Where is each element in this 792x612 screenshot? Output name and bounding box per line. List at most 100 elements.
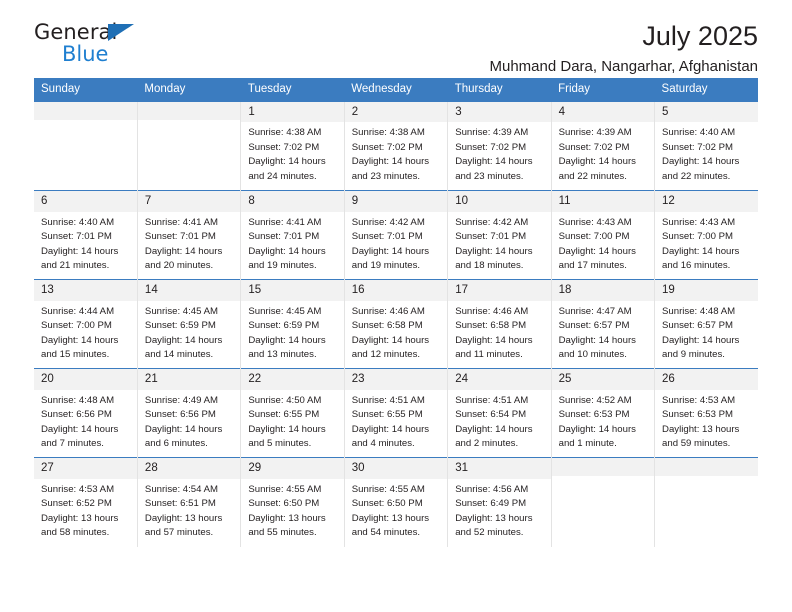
day-number: 9 [344,191,448,212]
day-number: 14 [137,280,241,301]
sunrise-text: Sunrise: 4:44 AM [41,305,115,317]
calendar-day-cell[interactable]: 10 Sunrise: 4:42 AM Sunset: 7:01 PM Dayligh… [447,190,552,280]
daylight-text: Daylight: 14 hours and 9 minutes. [662,334,740,361]
calendar-day-cell[interactable]: 30 Sunrise: 4:55 AM Sunset: 6:50 PM Dayligh… [343,457,448,547]
generalblue-logo: General Blue [34,22,164,74]
calendar-day-cell[interactable]: 23 Sunrise: 4:51 AM Sunset: 6:55 PM Dayligh… [343,368,448,458]
calendar-day-cell[interactable]: 26 Sunrise: 4:53 AM Sunset: 6:53 PM Dayligh… [654,368,758,458]
sunset-text: Sunset: 7:01 PM [351,231,423,243]
sunrise-text: Sunrise: 4:51 AM [455,394,529,406]
calendar-day-cell[interactable]: 8 Sunrise: 4:41 AM Sunset: 7:01 PM Daylight… [240,190,345,280]
sunrise-text: Sunrise: 4:41 AM [144,216,218,228]
sunrise-text: Sunrise: 4:52 AM [558,394,632,406]
calendar-day-cell[interactable]: 13 Sunrise: 4:44 AM Sunset: 7:00 PM Dayligh… [34,279,138,369]
sunrise-text: Sunrise: 4:46 AM [351,305,425,317]
sunset-text: Sunset: 7:02 PM [248,141,320,153]
sunset-text: Sunset: 6:58 PM [351,320,423,332]
day-details: Sunrise: 4:51 AM Sunset: 6:55 PM Daylight:… [345,390,447,452]
day-number: 2 [344,101,448,123]
sunset-text: Sunset: 6:53 PM [662,409,733,421]
sunset-text: Sunset: 6:59 PM [144,320,216,332]
calendar-day-cell[interactable]: 17 Sunrise: 4:46 AM Sunset: 6:58 PM Dayligh… [447,279,552,369]
calendar-day-cell[interactable]: 12 Sunrise: 4:43 AM Sunset: 7:00 PM Dayligh… [654,190,758,280]
day-details: Sunrise: 4:41 AM Sunset: 7:01 PM Daylight:… [241,212,343,274]
sunset-text: Sunset: 6:55 PM [248,409,320,421]
day-details: Sunrise: 4:51 AM Sunset: 6:54 PM Daylight:… [448,390,550,452]
sunset-text: Sunset: 7:00 PM [41,320,112,332]
calendar-day-cell[interactable]: 6 Sunrise: 4:40 AM Sunset: 7:01 PM Daylight… [34,190,138,280]
calendar-day-cell[interactable]: 28 Sunrise: 4:54 AM Sunset: 6:51 PM Dayligh… [136,457,241,547]
sunrise-text: Sunrise: 4:53 AM [662,394,736,406]
day-details: Sunrise: 4:44 AM Sunset: 7:00 PM Daylight:… [34,301,137,363]
daylight-text: Daylight: 14 hours and 14 minutes. [144,334,223,361]
calendar-day-cell[interactable]: 7 Sunrise: 4:41 AM Sunset: 7:01 PM Daylight… [136,190,241,280]
day-number: 4 [551,101,655,123]
sunrise-text: Sunrise: 4:47 AM [558,305,632,317]
day-number: 31 [448,458,551,479]
calendar-day-cell[interactable]: 27 Sunrise: 4:53 AM Sunset: 6:52 PM Dayligh… [34,457,138,547]
day-number: 15 [241,280,344,301]
calendar-day-cell[interactable]: 2 Sunrise: 4:38 AM Sunset: 7:02 PM Daylight… [343,101,448,191]
calendar-day-cell[interactable]: 1 Sunrise: 4:38 AM Sunset: 7:02 PM Daylight… [240,101,345,191]
calendar-day-cell[interactable]: 9 Sunrise: 4:42 AM Sunset: 7:01 PM Daylight… [343,190,448,280]
calendar-week-row: 1 Sunrise: 4:38 AM Sunset: 7:02 PM Daylight… [34,101,758,191]
daylight-text: Daylight: 14 hours and 21 minutes. [41,245,119,272]
sunrise-text: Sunrise: 4:39 AM [455,127,529,139]
day-number: 3 [448,101,551,123]
calendar-day-cell[interactable]: 14 Sunrise: 4:45 AM Sunset: 6:59 PM Dayligh… [136,279,241,369]
sunset-text: Sunset: 6:53 PM [558,409,630,421]
sunrise-text: Sunrise: 4:40 AM [41,216,115,228]
daylight-text: Daylight: 14 hours and 18 minutes. [455,245,533,272]
calendar-day-cell[interactable]: 31 Sunrise: 4:56 AM Sunset: 6:49 PM Dayligh… [447,457,552,547]
day-details: Sunrise: 4:42 AM Sunset: 7:01 PM Daylight:… [448,212,550,274]
weekday-header-monday: Monday [137,78,241,102]
calendar-day-cell[interactable]: 15 Sunrise: 4:45 AM Sunset: 6:59 PM Dayligh… [240,279,345,369]
day-number: 26 [655,369,758,390]
day-details: Sunrise: 4:47 AM Sunset: 6:57 PM Daylight:… [552,301,654,363]
logo-text-general: General [34,20,118,44]
daylight-text: Daylight: 14 hours and 13 minutes. [248,334,326,361]
sunrise-text: Sunrise: 4:41 AM [248,216,322,228]
calendar-day-cell[interactable]: 22 Sunrise: 4:50 AM Sunset: 6:55 PM Dayligh… [240,368,345,458]
sunrise-text: Sunrise: 4:46 AM [455,305,529,317]
sunrise-text: Sunrise: 4:39 AM [558,127,632,139]
daylight-text: Daylight: 13 hours and 58 minutes. [41,512,119,539]
calendar-day-cell[interactable]: 19 Sunrise: 4:48 AM Sunset: 6:57 PM Dayligh… [654,279,758,369]
calendar-day-cell[interactable]: 25 Sunrise: 4:52 AM Sunset: 6:53 PM Dayligh… [550,368,655,458]
day-details: Sunrise: 4:42 AM Sunset: 7:01 PM Daylight:… [345,212,447,274]
sunset-text: Sunset: 6:52 PM [41,498,112,510]
day-number: 27 [34,458,137,479]
day-details: Sunrise: 4:49 AM Sunset: 6:56 PM Daylight:… [138,390,240,452]
calendar-day-cell[interactable]: 5 Sunrise: 4:40 AM Sunset: 7:02 PM Daylight… [654,101,758,191]
daylight-text: Daylight: 14 hours and 15 minutes. [41,334,119,361]
calendar-day-cell[interactable]: 20 Sunrise: 4:48 AM Sunset: 6:56 PM Dayligh… [34,368,138,458]
daylight-text: Daylight: 14 hours and 20 minutes. [144,245,223,272]
calendar-day-cell[interactable]: 21 Sunrise: 4:49 AM Sunset: 6:56 PM Dayligh… [136,368,241,458]
day-number: 13 [34,280,137,301]
calendar-day-cell[interactable]: 4 Sunrise: 4:39 AM Sunset: 7:02 PM Daylight… [550,101,655,191]
calendar-week-row: 20 Sunrise: 4:48 AM Sunset: 6:56 PM Dayligh… [34,368,758,458]
calendar-day-cell[interactable]: 24 Sunrise: 4:51 AM Sunset: 6:54 PM Dayligh… [447,368,552,458]
sunset-text: Sunset: 7:01 PM [455,231,527,243]
calendar-day-cell[interactable]: 16 Sunrise: 4:46 AM Sunset: 6:58 PM Dayligh… [343,279,448,369]
sunrise-text: Sunrise: 4:42 AM [455,216,529,228]
weekday-header-thursday: Thursday [447,78,552,102]
calendar-day-cell-empty [34,101,138,191]
day-number: 11 [551,191,655,212]
day-number [551,458,655,477]
sunset-text: Sunset: 7:00 PM [558,231,630,243]
day-details: Sunrise: 4:38 AM Sunset: 7:02 PM Daylight:… [345,122,447,184]
day-details: Sunrise: 4:46 AM Sunset: 6:58 PM Daylight:… [345,301,447,363]
sunset-text: Sunset: 7:02 PM [558,141,630,153]
calendar-day-cell[interactable]: 3 Sunrise: 4:39 AM Sunset: 7:02 PM Daylight… [447,101,552,191]
daylight-text: Daylight: 14 hours and 23 minutes. [351,156,430,182]
day-number: 17 [448,280,551,301]
day-details: Sunrise: 4:54 AM Sunset: 6:51 PM Daylight:… [138,479,240,541]
calendar-day-cell[interactable]: 29 Sunrise: 4:55 AM Sunset: 6:50 PM Dayligh… [240,457,345,547]
daylight-text: Daylight: 14 hours and 6 minutes. [144,423,223,450]
calendar-day-cell[interactable]: 11 Sunrise: 4:43 AM Sunset: 7:00 PM Dayligh… [550,190,655,280]
weekday-header-tuesday: Tuesday [240,78,345,102]
calendar-day-cell[interactable]: 18 Sunrise: 4:47 AM Sunset: 6:57 PM Dayligh… [550,279,655,369]
sunset-text: Sunset: 6:56 PM [144,409,216,421]
day-number: 10 [448,191,551,212]
